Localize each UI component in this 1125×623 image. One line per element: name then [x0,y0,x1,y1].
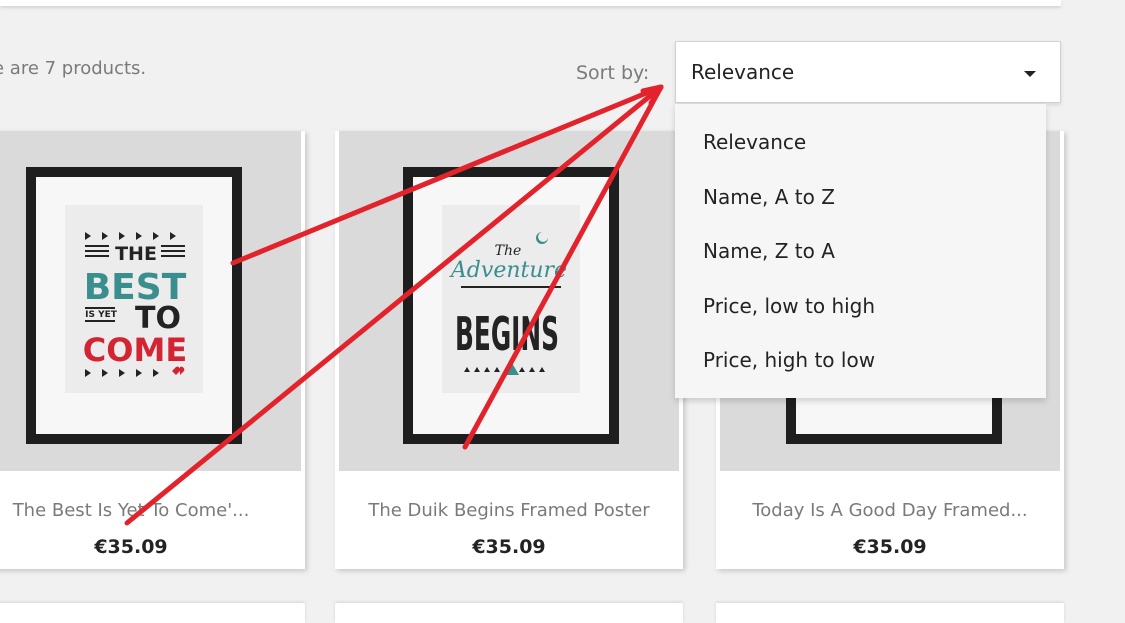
product-price: €35.09 [472,536,546,558]
product-card[interactable]: The Adventure BEGINS The Duik Begins Fra… [335,131,683,569]
product-price: €35.09 [853,536,927,558]
header-panel-edge [0,0,1061,6]
framed-poster-best-is-yet-to-come: THE BEST IS YET TO COME [26,167,242,444]
sort-option-relevance[interactable]: Relevance [703,130,806,154]
sort-option-price-desc[interactable]: Price, high to low [703,348,875,372]
sort-option-name-asc[interactable]: Name, A to Z [703,185,835,209]
framed-poster-adventure-begins: The Adventure BEGINS [403,167,619,444]
product-image[interactable]: THE BEST IS YET TO COME [0,131,301,471]
poster-text-begins: BEGINS [455,307,559,361]
product-image[interactable]: The Adventure BEGINS [339,131,679,471]
sort-selected-value: Relevance [691,60,795,84]
sort-option-price-asc[interactable]: Price, low to high [703,294,875,318]
poster-text-come: COME [83,331,187,369]
poster-text-adventure: Adventure [449,258,567,283]
product-name[interactable]: Today Is A Good Day Framed... [716,500,1064,521]
product-price: €35.09 [94,536,168,558]
product-name[interactable]: The Best Is Yet To Come'... [0,500,305,521]
product-card-next-row [716,603,1064,623]
product-count-text: re are 7 products. [0,58,147,79]
sort-by-label: Sort by: [576,62,650,84]
poster-text-the: THE [115,243,157,265]
product-name[interactable]: The Duik Begins Framed Poster [335,500,683,521]
product-card[interactable]: THE BEST IS YET TO COME The Best Is Yet … [0,131,305,569]
annotation-arrowhead-line [648,84,664,106]
product-card-next-row [0,603,305,623]
sort-select[interactable]: Relevance [675,41,1061,103]
product-card-next-row [335,603,683,623]
sort-option-name-desc[interactable]: Name, Z to A [703,239,835,263]
chevron-down-icon [1024,71,1036,77]
annotation-arrowhead-line [640,84,664,94]
poster-text-is-yet: IS YET [85,310,118,320]
sort-dropdown-menu: Relevance Name, A to Z Name, Z to A Pric… [675,104,1046,398]
poster-text-the-script: The [495,243,522,259]
